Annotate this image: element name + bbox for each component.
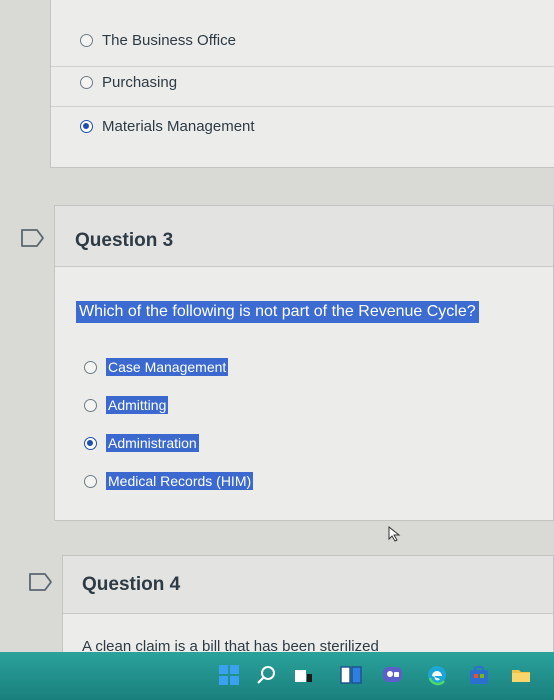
question-prompt: Which of the following is not part of th… (76, 301, 479, 323)
answer-label: Medical Records (HIM) (106, 472, 254, 490)
widgets-icon[interactable] (340, 664, 362, 686)
answer-label: Administration (106, 434, 199, 452)
radio-button[interactable] (80, 76, 93, 89)
answer-option-admitting[interactable]: Admitting (84, 396, 169, 414)
radio-button-selected[interactable] (80, 120, 93, 133)
mouse-cursor-icon (388, 526, 401, 542)
radio-button-selected[interactable] (84, 436, 97, 450)
radio-button[interactable] (80, 34, 93, 47)
answer-label: The Business Office (102, 32, 236, 49)
answer-option-purchasing[interactable]: Purchasing (80, 74, 177, 91)
windows-start-icon[interactable] (218, 664, 240, 686)
question-title: Question 3 (75, 230, 174, 251)
answer-label: Case Management (106, 358, 229, 376)
answer-option-case-management[interactable]: Case Management (84, 358, 229, 376)
flag-question-icon[interactable] (20, 228, 46, 248)
store-icon[interactable] (468, 664, 490, 686)
edge-browser-icon[interactable] (426, 664, 448, 686)
file-explorer-icon[interactable] (510, 664, 532, 686)
answer-option-materials-management[interactable]: Materials Management (80, 118, 255, 135)
answer-label: Purchasing (102, 74, 178, 91)
answer-option-business-office[interactable]: The Business Office (80, 32, 236, 49)
question-title: Question 4 (82, 574, 181, 595)
answer-option-administration[interactable]: Administration (84, 434, 199, 452)
chat-icon[interactable] (382, 664, 404, 686)
divider (51, 66, 554, 67)
radio-button[interactable] (84, 398, 97, 412)
windows-taskbar (0, 652, 554, 700)
search-icon[interactable] (256, 664, 278, 686)
flag-question-icon[interactable] (28, 572, 54, 592)
answer-option-medical-records[interactable]: Medical Records (HIM) (84, 472, 254, 490)
answer-label: Admitting (106, 396, 169, 414)
divider (51, 106, 554, 107)
task-view-icon[interactable] (292, 664, 314, 686)
radio-button[interactable] (84, 474, 97, 488)
answer-label: Materials Management (102, 118, 255, 135)
radio-button[interactable] (84, 360, 97, 374)
